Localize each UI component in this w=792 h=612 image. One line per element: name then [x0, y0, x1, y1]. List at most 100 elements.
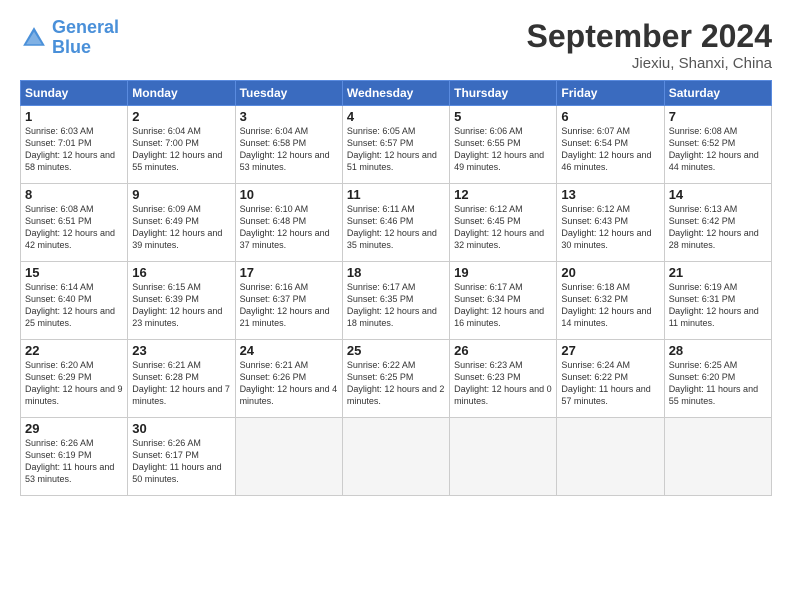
calendar-week-3: 15 Sunrise: 6:14 AM Sunset: 6:40 PM Dayl… — [21, 262, 772, 340]
day-number: 8 — [25, 187, 123, 202]
calendar-cell: 3 Sunrise: 6:04 AM Sunset: 6:58 PM Dayli… — [235, 106, 342, 184]
calendar-cell — [450, 418, 557, 496]
day-number: 30 — [132, 421, 230, 436]
calendar-cell — [235, 418, 342, 496]
calendar-cell: 20 Sunrise: 6:18 AM Sunset: 6:32 PM Dayl… — [557, 262, 664, 340]
calendar-cell: 23 Sunrise: 6:21 AM Sunset: 6:28 PM Dayl… — [128, 340, 235, 418]
calendar-cell: 6 Sunrise: 6:07 AM Sunset: 6:54 PM Dayli… — [557, 106, 664, 184]
weekday-header-wednesday: Wednesday — [342, 81, 449, 106]
day-number: 14 — [669, 187, 767, 202]
day-number: 9 — [132, 187, 230, 202]
calendar-week-2: 8 Sunrise: 6:08 AM Sunset: 6:51 PM Dayli… — [21, 184, 772, 262]
day-info: Sunrise: 6:09 AM Sunset: 6:49 PM Dayligh… — [132, 203, 230, 252]
calendar-cell: 19 Sunrise: 6:17 AM Sunset: 6:34 PM Dayl… — [450, 262, 557, 340]
day-info: Sunrise: 6:20 AM Sunset: 6:29 PM Dayligh… — [25, 359, 123, 408]
title-block: September 2024 Jiexiu, Shanxi, China — [527, 18, 772, 72]
day-info: Sunrise: 6:08 AM Sunset: 6:52 PM Dayligh… — [669, 125, 767, 174]
day-info: Sunrise: 6:22 AM Sunset: 6:25 PM Dayligh… — [347, 359, 445, 408]
day-info: Sunrise: 6:26 AM Sunset: 6:17 PM Dayligh… — [132, 437, 230, 486]
day-info: Sunrise: 6:03 AM Sunset: 7:01 PM Dayligh… — [25, 125, 123, 174]
calendar-cell — [342, 418, 449, 496]
day-number: 3 — [240, 109, 338, 124]
logo: General Blue — [20, 18, 119, 58]
day-info: Sunrise: 6:19 AM Sunset: 6:31 PM Dayligh… — [669, 281, 767, 330]
calendar-week-4: 22 Sunrise: 6:20 AM Sunset: 6:29 PM Dayl… — [21, 340, 772, 418]
day-number: 4 — [347, 109, 445, 124]
day-number: 17 — [240, 265, 338, 280]
calendar-cell — [664, 418, 771, 496]
logo-text: General Blue — [52, 18, 119, 58]
day-info: Sunrise: 6:04 AM Sunset: 6:58 PM Dayligh… — [240, 125, 338, 174]
day-number: 5 — [454, 109, 552, 124]
calendar-cell: 30 Sunrise: 6:26 AM Sunset: 6:17 PM Dayl… — [128, 418, 235, 496]
day-number: 15 — [25, 265, 123, 280]
day-number: 19 — [454, 265, 552, 280]
calendar-cell: 13 Sunrise: 6:12 AM Sunset: 6:43 PM Dayl… — [557, 184, 664, 262]
day-number: 24 — [240, 343, 338, 358]
calendar-cell: 15 Sunrise: 6:14 AM Sunset: 6:40 PM Dayl… — [21, 262, 128, 340]
day-number: 18 — [347, 265, 445, 280]
day-number: 22 — [25, 343, 123, 358]
day-number: 13 — [561, 187, 659, 202]
day-number: 7 — [669, 109, 767, 124]
day-info: Sunrise: 6:23 AM Sunset: 6:23 PM Dayligh… — [454, 359, 552, 408]
calendar-cell: 11 Sunrise: 6:11 AM Sunset: 6:46 PM Dayl… — [342, 184, 449, 262]
calendar-cell: 14 Sunrise: 6:13 AM Sunset: 6:42 PM Dayl… — [664, 184, 771, 262]
calendar-cell: 28 Sunrise: 6:25 AM Sunset: 6:20 PM Dayl… — [664, 340, 771, 418]
calendar-cell: 4 Sunrise: 6:05 AM Sunset: 6:57 PM Dayli… — [342, 106, 449, 184]
header: General Blue September 2024 Jiexiu, Shan… — [20, 18, 772, 72]
weekday-header-tuesday: Tuesday — [235, 81, 342, 106]
calendar-cell: 29 Sunrise: 6:26 AM Sunset: 6:19 PM Dayl… — [21, 418, 128, 496]
weekday-header-thursday: Thursday — [450, 81, 557, 106]
day-number: 2 — [132, 109, 230, 124]
day-info: Sunrise: 6:21 AM Sunset: 6:28 PM Dayligh… — [132, 359, 230, 408]
location: Jiexiu, Shanxi, China — [527, 55, 772, 72]
calendar-cell: 27 Sunrise: 6:24 AM Sunset: 6:22 PM Dayl… — [557, 340, 664, 418]
calendar-cell: 16 Sunrise: 6:15 AM Sunset: 6:39 PM Dayl… — [128, 262, 235, 340]
day-number: 27 — [561, 343, 659, 358]
day-number: 28 — [669, 343, 767, 358]
calendar-cell: 21 Sunrise: 6:19 AM Sunset: 6:31 PM Dayl… — [664, 262, 771, 340]
calendar-cell: 26 Sunrise: 6:23 AM Sunset: 6:23 PM Dayl… — [450, 340, 557, 418]
day-info: Sunrise: 6:16 AM Sunset: 6:37 PM Dayligh… — [240, 281, 338, 330]
day-info: Sunrise: 6:21 AM Sunset: 6:26 PM Dayligh… — [240, 359, 338, 408]
calendar-cell: 25 Sunrise: 6:22 AM Sunset: 6:25 PM Dayl… — [342, 340, 449, 418]
day-number: 29 — [25, 421, 123, 436]
day-number: 12 — [454, 187, 552, 202]
day-info: Sunrise: 6:11 AM Sunset: 6:46 PM Dayligh… — [347, 203, 445, 252]
calendar-header-row: SundayMondayTuesdayWednesdayThursdayFrid… — [21, 81, 772, 106]
logo-icon — [20, 24, 48, 52]
day-info: Sunrise: 6:25 AM Sunset: 6:20 PM Dayligh… — [669, 359, 767, 408]
day-info: Sunrise: 6:12 AM Sunset: 6:43 PM Dayligh… — [561, 203, 659, 252]
day-info: Sunrise: 6:14 AM Sunset: 6:40 PM Dayligh… — [25, 281, 123, 330]
day-number: 11 — [347, 187, 445, 202]
day-info: Sunrise: 6:07 AM Sunset: 6:54 PM Dayligh… — [561, 125, 659, 174]
calendar-cell: 18 Sunrise: 6:17 AM Sunset: 6:35 PM Dayl… — [342, 262, 449, 340]
month-title: September 2024 — [527, 18, 772, 55]
calendar-cell: 10 Sunrise: 6:10 AM Sunset: 6:48 PM Dayl… — [235, 184, 342, 262]
day-info: Sunrise: 6:17 AM Sunset: 6:34 PM Dayligh… — [454, 281, 552, 330]
day-info: Sunrise: 6:06 AM Sunset: 6:55 PM Dayligh… — [454, 125, 552, 174]
weekday-header-sunday: Sunday — [21, 81, 128, 106]
calendar-cell: 5 Sunrise: 6:06 AM Sunset: 6:55 PM Dayli… — [450, 106, 557, 184]
calendar-cell: 12 Sunrise: 6:12 AM Sunset: 6:45 PM Dayl… — [450, 184, 557, 262]
day-info: Sunrise: 6:13 AM Sunset: 6:42 PM Dayligh… — [669, 203, 767, 252]
day-info: Sunrise: 6:15 AM Sunset: 6:39 PM Dayligh… — [132, 281, 230, 330]
calendar-week-5: 29 Sunrise: 6:26 AM Sunset: 6:19 PM Dayl… — [21, 418, 772, 496]
weekday-header-friday: Friday — [557, 81, 664, 106]
day-info: Sunrise: 6:17 AM Sunset: 6:35 PM Dayligh… — [347, 281, 445, 330]
calendar-cell: 2 Sunrise: 6:04 AM Sunset: 7:00 PM Dayli… — [128, 106, 235, 184]
day-info: Sunrise: 6:04 AM Sunset: 7:00 PM Dayligh… — [132, 125, 230, 174]
calendar-cell — [557, 418, 664, 496]
calendar-cell: 24 Sunrise: 6:21 AM Sunset: 6:26 PM Dayl… — [235, 340, 342, 418]
calendar-week-1: 1 Sunrise: 6:03 AM Sunset: 7:01 PM Dayli… — [21, 106, 772, 184]
calendar-cell: 9 Sunrise: 6:09 AM Sunset: 6:49 PM Dayli… — [128, 184, 235, 262]
day-number: 16 — [132, 265, 230, 280]
weekday-header-monday: Monday — [128, 81, 235, 106]
day-info: Sunrise: 6:18 AM Sunset: 6:32 PM Dayligh… — [561, 281, 659, 330]
calendar-table: SundayMondayTuesdayWednesdayThursdayFrid… — [20, 80, 772, 496]
day-number: 26 — [454, 343, 552, 358]
day-number: 23 — [132, 343, 230, 358]
day-info: Sunrise: 6:08 AM Sunset: 6:51 PM Dayligh… — [25, 203, 123, 252]
weekday-header-saturday: Saturday — [664, 81, 771, 106]
